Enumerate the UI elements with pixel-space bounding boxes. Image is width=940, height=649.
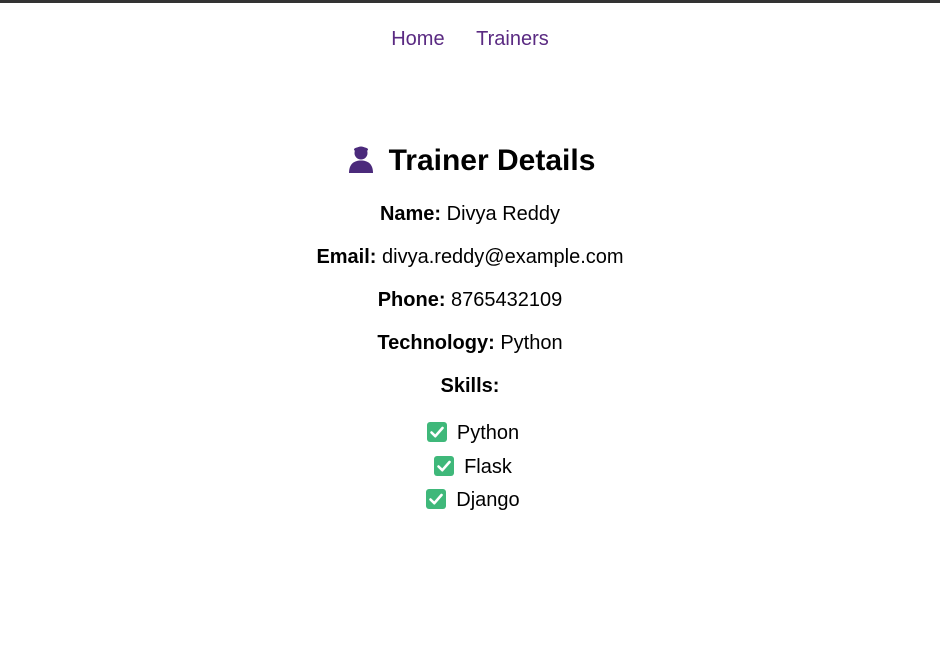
list-item: Django xyxy=(0,486,940,520)
name-value: Divya Reddy xyxy=(446,203,561,225)
detail-phone: Phone: 8765432109 xyxy=(0,287,940,313)
top-border xyxy=(0,0,940,3)
email-value: divya.reddy@example.com xyxy=(382,246,624,268)
check-mark-button-icon xyxy=(426,489,447,509)
list-item: Python xyxy=(0,419,940,453)
detail-email: Email: divya.reddy@example.com xyxy=(0,244,940,270)
detail-name: Name: Divya Reddy xyxy=(0,201,940,227)
page-title-text: Trainer Details xyxy=(388,144,596,177)
main-nav: Home Trainers xyxy=(0,26,940,52)
phone-label: Phone: xyxy=(377,289,446,311)
list-item: Flask xyxy=(0,453,940,487)
phone-value: 8765432109 xyxy=(451,289,563,311)
name-label: Name: xyxy=(379,203,442,225)
nav-link-home[interactable]: Home xyxy=(391,28,444,50)
skill-label: Django xyxy=(456,489,520,511)
check-mark-button-icon xyxy=(434,455,455,476)
email-label: Email: xyxy=(316,246,377,268)
detail-skills: Skills: xyxy=(0,373,940,399)
skill-label: Flask xyxy=(464,455,512,478)
skills-label: Skills: xyxy=(440,375,500,397)
page-title: Trainer Details xyxy=(0,141,940,180)
person-silhouette-icon xyxy=(348,146,373,173)
skills-list: Python Flask Django xyxy=(0,419,940,520)
check-mark-button-icon xyxy=(426,422,447,442)
detail-technology: Technology: Python xyxy=(0,330,940,356)
skill-label: Python xyxy=(456,422,520,444)
nav-link-trainers[interactable]: Trainers xyxy=(476,28,549,50)
technology-label: Technology: xyxy=(377,332,495,354)
technology-value: Python xyxy=(500,332,563,354)
